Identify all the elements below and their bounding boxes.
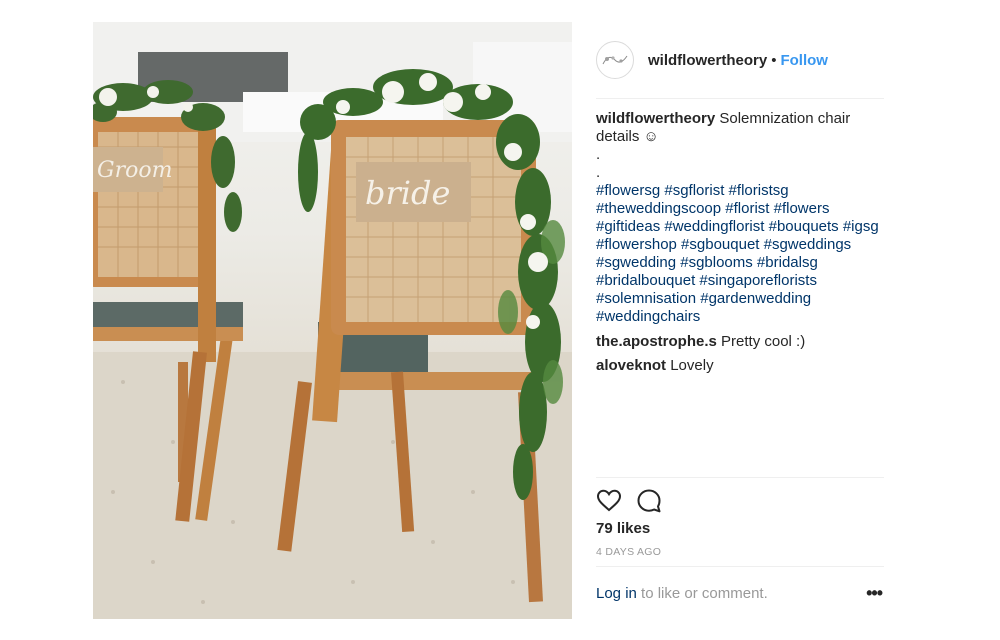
login-link[interactable]: Log in <box>596 585 637 602</box>
caption: wildflowertheory Solemnization chair det… <box>596 110 884 326</box>
post-timestamp: 4 DAYS AGO <box>596 546 662 558</box>
heart-icon[interactable] <box>596 488 622 514</box>
action-bar <box>596 488 676 514</box>
comment-list: the.apostrophe.s Pretty cool :) alovekno… <box>596 333 884 381</box>
avatar[interactable] <box>596 41 634 79</box>
likes-count[interactable]: 79 likes <box>596 520 650 537</box>
footer-divider <box>596 566 884 567</box>
floral-logo-icon <box>602 55 628 65</box>
groom-sign-text: Groom <box>97 158 172 183</box>
caption-username[interactable]: wildflowertheory <box>596 110 715 127</box>
login-prompt-text: to like or comment. <box>641 585 768 602</box>
comment-text: Pretty cool :) <box>721 333 806 350</box>
bride-sign-text: bride <box>365 174 450 212</box>
post-photo[interactable]: Groom bride <box>93 22 572 619</box>
hashtag-line[interactable]: #weddingchairs <box>596 308 884 326</box>
speech-bubble-icon[interactable] <box>636 488 662 514</box>
caption-period: . <box>596 146 601 163</box>
hashtag-line[interactable]: #bridalbouquet #singaporeflorists <box>596 272 884 290</box>
chairs-illustration: Groom bride <box>93 22 572 619</box>
comment: the.apostrophe.s Pretty cool :) <box>596 333 884 351</box>
caption-period: . <box>596 164 601 181</box>
hashtag-line[interactable]: #flowersg #sgflorist #floristsg <box>596 182 884 200</box>
header-username[interactable]: wildflowertheory <box>648 52 767 69</box>
actions-divider <box>596 477 884 478</box>
hashtag-line[interactable]: #solemnisation #gardenwedding <box>596 290 884 308</box>
comment-username[interactable]: the.apostrophe.s <box>596 333 717 350</box>
separator-dot: • <box>771 51 777 69</box>
more-options-button[interactable]: ••• <box>866 583 883 604</box>
header-divider <box>596 98 884 99</box>
comment-username[interactable]: aloveknot <box>596 357 666 374</box>
login-prompt: Log in to like or comment. <box>596 585 884 602</box>
follow-button[interactable]: Follow <box>780 52 828 69</box>
post-side-panel: wildflowertheory • Follow wildflowertheo… <box>596 22 884 619</box>
hashtag-list: #flowersg #sgflorist #floristsg #thewedd… <box>596 182 884 326</box>
hashtag-line[interactable]: #flowershop #sgbouquet #sgweddings <box>596 236 884 254</box>
hashtag-line[interactable]: #sgwedding #sgblooms #bridalsg <box>596 254 884 272</box>
hashtag-line[interactable]: #theweddingscoop #florist #flowers <box>596 200 884 218</box>
hashtag-line[interactable]: #giftideas #weddingflorist #bouquets #ig… <box>596 218 884 236</box>
comment: aloveknot Lovely <box>596 357 884 375</box>
comment-text: Lovely <box>670 357 714 374</box>
post-header: wildflowertheory • Follow <box>596 40 884 80</box>
